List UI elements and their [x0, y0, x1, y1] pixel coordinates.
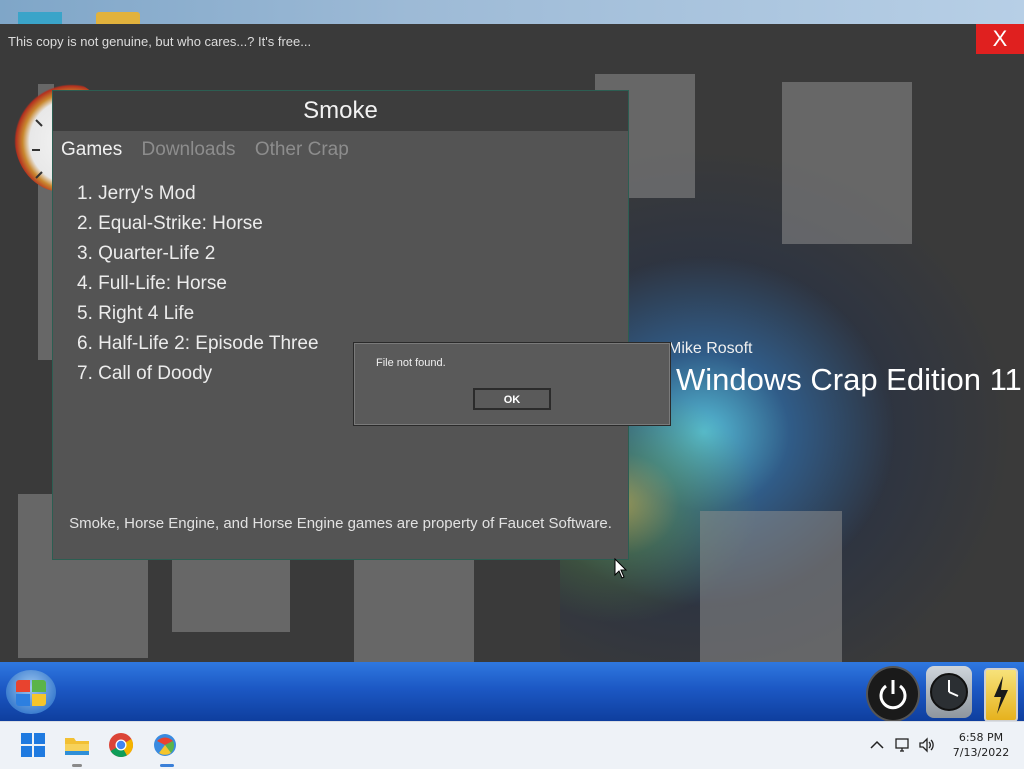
- game-item[interactable]: 4. Full-Life: Horse: [77, 269, 319, 299]
- game-item[interactable]: 5. Right 4 Life: [77, 299, 319, 329]
- ok-button[interactable]: OK: [473, 388, 551, 410]
- flag-yellow: [32, 694, 46, 706]
- background-tile: [782, 82, 912, 244]
- taskbar: 6:58 PM 7/13/2022: [0, 721, 1024, 769]
- active-indicator: [160, 764, 174, 767]
- chrome-icon[interactable]: [108, 732, 134, 758]
- error-message: File not found.: [376, 357, 446, 369]
- smoke-title[interactable]: Smoke: [53, 91, 628, 131]
- game-item[interactable]: 1. Jerry's Mod: [77, 179, 319, 209]
- brand-subtitle: Mike Rosoft: [668, 340, 753, 357]
- genuine-watermark: This copy is not genuine, but who cares.…: [8, 34, 312, 49]
- flag-blue: [16, 694, 30, 706]
- flag-green: [32, 680, 46, 692]
- desktop-background: [0, 0, 1024, 24]
- smoke-window: Smoke Games Downloads Other Crap 1. Jerr…: [52, 90, 629, 560]
- fake-os-app-icon[interactable]: [152, 732, 178, 758]
- power-icon[interactable]: [866, 666, 920, 721]
- background-tile: [700, 511, 842, 687]
- fake-start-button[interactable]: [6, 670, 56, 714]
- tray-time: 6:58 PM: [958, 731, 1004, 744]
- active-indicator: [72, 764, 82, 767]
- file-explorer-icon[interactable]: [64, 732, 90, 758]
- game-item[interactable]: 2. Equal-Strike: Horse: [77, 209, 319, 239]
- network-icon[interactable]: [894, 736, 912, 754]
- folder-icon[interactable]: [96, 12, 140, 24]
- mouse-cursor-icon: [614, 558, 628, 579]
- close-button[interactable]: X: [976, 24, 1024, 54]
- fake-os-window: This copy is not genuine, but who cares.…: [0, 24, 1024, 721]
- smoke-footer: Smoke, Horse Engine, and Horse Engine ga…: [69, 515, 612, 532]
- brand-title: Windows Crap Edition 11: [676, 362, 1022, 397]
- flag-red: [16, 680, 30, 692]
- tab-other-crap[interactable]: Other Crap: [255, 139, 349, 160]
- chevron-up-icon[interactable]: [868, 736, 886, 754]
- tab-downloads[interactable]: Downloads: [142, 139, 236, 160]
- tab-games[interactable]: Games: [61, 139, 122, 160]
- battery-icon[interactable]: [984, 668, 1018, 721]
- tray-date: 7/13/2022: [952, 746, 1010, 759]
- clock-icon[interactable]: [926, 666, 972, 718]
- start-icon[interactable]: [20, 732, 46, 758]
- fake-taskbar: [0, 662, 1024, 721]
- volume-icon[interactable]: [918, 736, 936, 754]
- game-item[interactable]: 6. Half-Life 2: Episode Three: [77, 329, 319, 359]
- background-tile: [172, 558, 290, 632]
- game-item[interactable]: 3. Quarter-Life 2: [77, 239, 319, 269]
- games-list: 1. Jerry's Mod 2. Equal-Strike: Horse 3.…: [77, 179, 319, 389]
- game-item[interactable]: 7. Call of Doody: [77, 359, 319, 389]
- smoke-tabs: Games Downloads Other Crap: [61, 139, 363, 161]
- recycle-bin-icon[interactable]: [18, 12, 62, 24]
- tray-clock[interactable]: 6:58 PM 7/13/2022: [950, 730, 1012, 760]
- error-dialog: File not found. OK: [353, 342, 671, 426]
